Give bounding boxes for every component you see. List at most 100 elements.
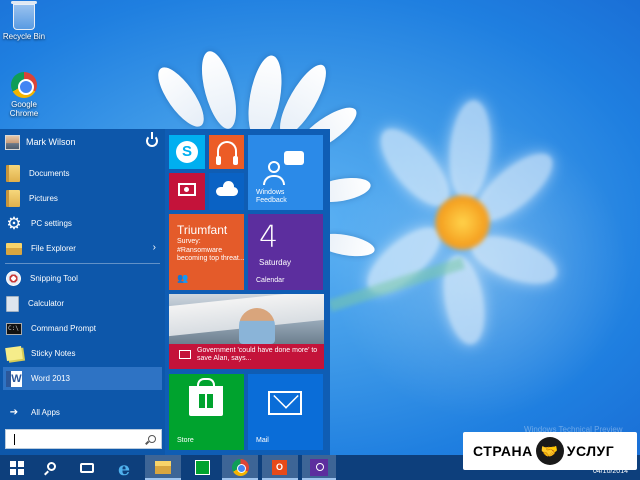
menu-item-sticky-notes[interactable]: Sticky Notes [3, 342, 162, 365]
photo-icon [178, 183, 196, 196]
tile-mail[interactable]: Mail [248, 374, 323, 450]
calendar-date-number: 4 [259, 220, 279, 255]
search-app-icon [310, 459, 328, 476]
tile-label: Store [177, 437, 194, 444]
tile-label: Mail [256, 437, 269, 444]
taskbar-internet-explorer[interactable]: e [108, 455, 142, 480]
start-button[interactable] [0, 455, 34, 480]
all-apps-label: All Apps [31, 408, 60, 417]
tile-money[interactable]: Triumfant Survey: #Ransomware becoming t… [169, 214, 244, 290]
menu-item-pictures[interactable]: Pictures [3, 187, 162, 210]
badge-text-left: СТРАНА [473, 443, 533, 459]
menu-item-label: Pictures [29, 194, 58, 203]
menu-item-word-2013[interactable]: W Word 2013 [3, 367, 162, 390]
news-photo [169, 294, 324, 344]
chevron-right-icon[interactable]: › [153, 242, 156, 253]
all-apps-button[interactable]: ➔ All Apps [3, 401, 162, 424]
start-menu-left-column: Mark Wilson Documents Pictures ⚙ PC sett… [0, 129, 165, 455]
store-icon [195, 460, 210, 475]
news-headline: Government 'could have done more' to sav… [197, 347, 318, 362]
word-icon: W [6, 370, 22, 387]
desktop-icon-google-chrome[interactable]: Google Chrome [0, 72, 48, 118]
chrome-icon [11, 72, 37, 98]
tile-onedrive[interactable] [209, 173, 244, 210]
windows-logo-icon [10, 461, 24, 475]
tile-photos[interactable] [169, 173, 205, 210]
menu-item-label: Command Prompt [31, 324, 96, 333]
site-watermark-badge: СТРАНА 🤝 УСЛУГ [463, 432, 637, 470]
news-photo-person [239, 308, 275, 344]
calendar-weekday: Saturday [259, 258, 292, 267]
gear-icon: ⚙ [6, 213, 22, 233]
calculator-icon [6, 295, 19, 312]
desktop-icon-label: Google Chrome [9, 100, 39, 118]
recycle-bin-icon [11, 1, 37, 30]
tile-news[interactable]: Government 'could have done more' to sav… [169, 294, 324, 369]
arrow-right-icon: ➔ [9, 406, 19, 418]
menu-item-label: Sticky Notes [31, 349, 76, 358]
tile-music[interactable] [209, 135, 244, 169]
tile-store[interactable]: Store [169, 374, 244, 450]
tile-label: Windows Feedback [256, 189, 287, 204]
start-search-input[interactable] [15, 434, 140, 444]
cloud-icon [216, 181, 238, 196]
documents-folder-icon [6, 165, 20, 182]
menu-item-label: PC settings [31, 219, 72, 228]
chrome-icon [232, 459, 249, 476]
pictures-folder-icon [6, 190, 20, 207]
menu-item-label: File Explorer [31, 244, 76, 253]
search-icon[interactable] [148, 435, 156, 443]
tile-calendar[interactable]: 4 Saturday Calendar [248, 214, 323, 290]
menu-item-snipping-tool[interactable]: Snipping Tool [3, 267, 162, 290]
user-name: Mark Wilson [26, 137, 76, 147]
start-menu: Mark Wilson Documents Pictures ⚙ PC sett… [0, 129, 330, 455]
menu-item-calculator[interactable]: Calculator [3, 292, 162, 315]
search-icon [47, 462, 56, 471]
folder-icon [155, 461, 171, 474]
start-search-box[interactable] [5, 429, 162, 449]
news-caption: Government 'could have done more' to sav… [169, 344, 324, 369]
taskbar-chrome[interactable] [222, 455, 258, 480]
handshake-icon: 🤝 [535, 437, 564, 465]
user-account[interactable]: Mark Wilson [0, 129, 165, 155]
menu-item-label: Word 2013 [31, 374, 70, 383]
menu-item-documents[interactable]: Documents [3, 162, 162, 185]
badge-text-right: УСЛУГ [566, 443, 615, 459]
office-icon: O [272, 460, 287, 475]
skype-icon: S [176, 141, 198, 163]
menu-item-label: Documents [29, 169, 70, 178]
menu-separator [5, 263, 160, 264]
menu-item-pc-settings[interactable]: ⚙ PC settings [3, 212, 162, 235]
menu-item-file-explorer[interactable]: File Explorer › [3, 237, 162, 260]
taskbar-file-explorer[interactable] [145, 455, 181, 480]
taskbar-search-button[interactable] [34, 455, 68, 480]
tile-windows-feedback[interactable]: Windows Feedback [248, 135, 323, 210]
headphones-icon [216, 141, 238, 165]
taskbar-search-app[interactable] [302, 455, 336, 480]
taskbar-office[interactable]: O [262, 455, 298, 480]
menu-item-command-prompt[interactable]: C:\ Command Prompt [3, 317, 162, 340]
internet-explorer-icon: e [118, 458, 131, 480]
money-story: Survey: #Ransomware becoming top threat.… [177, 238, 244, 262]
store-bag-icon [189, 378, 223, 416]
power-icon[interactable] [146, 132, 158, 147]
task-view-button[interactable] [70, 455, 104, 480]
money-headline: Triumfant [177, 223, 228, 237]
file-explorer-icon [6, 242, 22, 255]
tile-skype[interactable]: S [169, 135, 205, 169]
task-view-icon [80, 463, 94, 473]
menu-item-label: Snipping Tool [30, 274, 78, 283]
desktop-icon-label: Recycle Bin [2, 32, 46, 41]
menu-item-label: Calculator [28, 299, 65, 308]
taskbar-store[interactable] [185, 455, 219, 480]
command-prompt-icon: C:\ [6, 322, 22, 335]
mail-envelope-icon [268, 391, 302, 415]
news-icon [179, 350, 191, 359]
flower-center [435, 195, 490, 250]
avatar [5, 134, 20, 150]
tile-label: Calendar [256, 277, 285, 284]
people-icon: 👥 [177, 273, 189, 283]
desktop-icon-recycle-bin[interactable]: Recycle Bin [0, 1, 48, 41]
snipping-tool-icon [6, 271, 21, 286]
sticky-notes-icon [5, 345, 23, 362]
